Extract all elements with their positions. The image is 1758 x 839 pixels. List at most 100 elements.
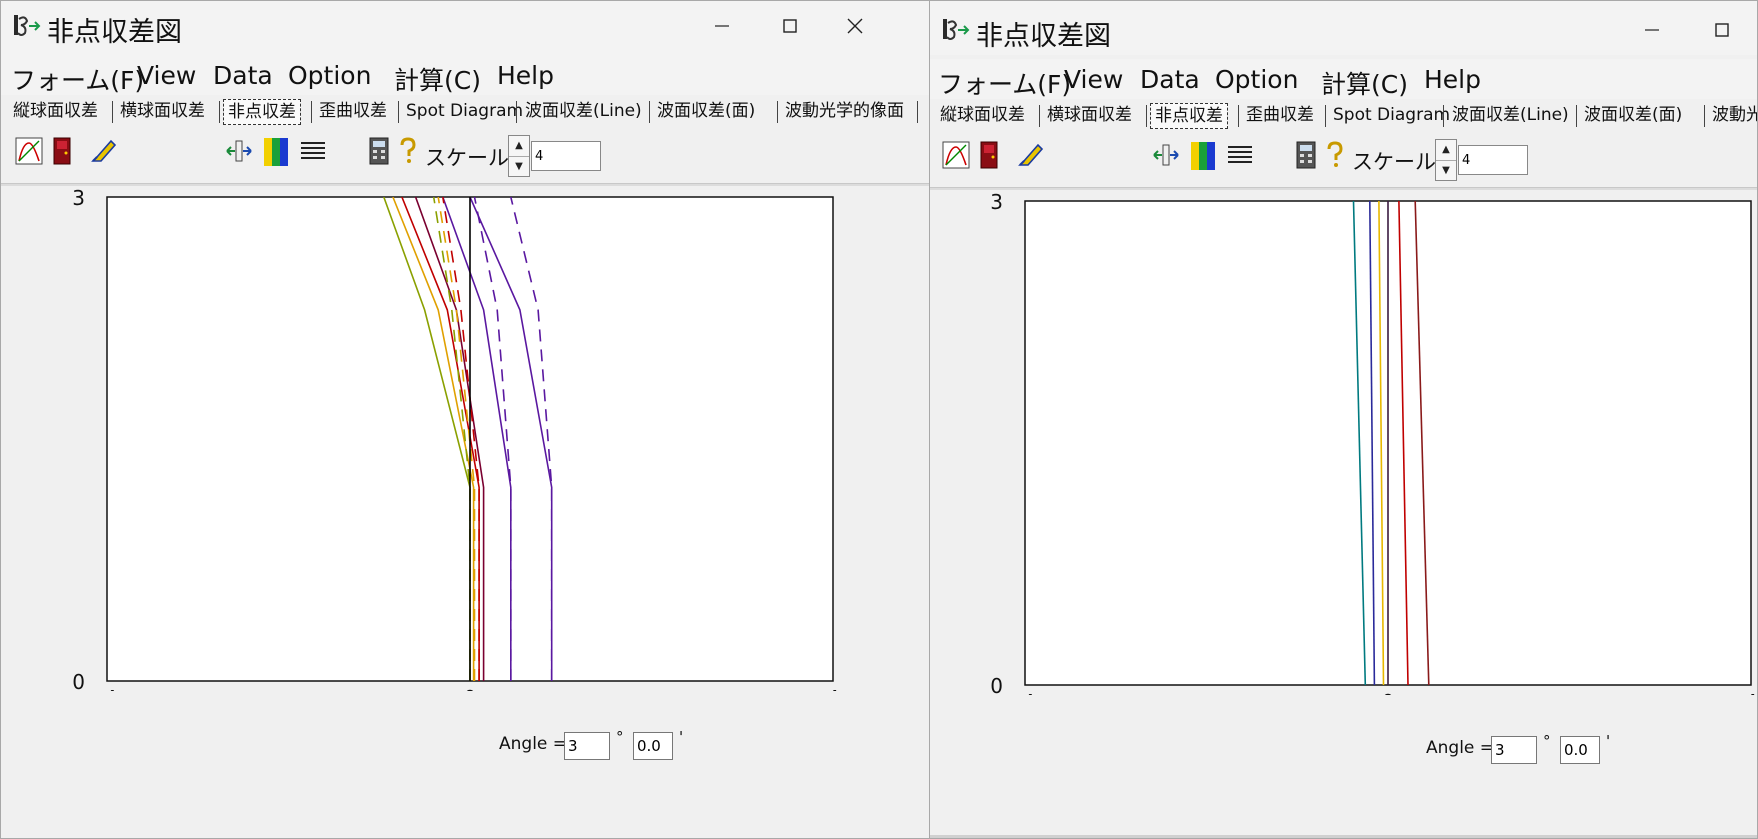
tab-longitudinal-spherical[interactable]: 縦球面収差 <box>936 103 1029 127</box>
menu-bar: フォーム(F) View Data Option 計算(C) Help <box>1 55 929 95</box>
menu-calc[interactable]: 計算(C) <box>1321 65 1408 101</box>
menu-help[interactable]: Help <box>497 61 554 90</box>
degree-symbol: ° <box>1543 732 1551 750</box>
tab-spot-diagram[interactable]: Spot Diagram <box>1329 103 1454 127</box>
tab-distortion[interactable]: 歪曲収差 <box>1242 103 1318 127</box>
title-bar[interactable]: 非点収差図 <box>1 1 929 55</box>
x-tick-label: 0 <box>464 686 477 691</box>
window-title: 非点収差図 <box>976 21 1111 52</box>
tab-transverse-spherical[interactable]: 横球面収差 <box>1043 103 1136 127</box>
maximize-icon <box>1715 23 1729 37</box>
graph-icon[interactable] <box>15 137 43 165</box>
angle-label: Angle = <box>1426 738 1495 758</box>
y-tick-label: 0 <box>72 670 85 691</box>
scale-label: スケール <box>1352 150 1436 174</box>
x-tick-label: -4 <box>1015 690 1035 695</box>
close-icon <box>847 18 863 34</box>
app-icon <box>943 19 970 40</box>
tab-transverse-spherical[interactable]: 横球面収差 <box>116 99 209 123</box>
minute-symbol: ' <box>1606 732 1611 750</box>
y-tick-label: 3 <box>990 191 1003 214</box>
pencil-edit-icon[interactable] <box>1016 141 1044 169</box>
tab-astigmatism[interactable]: 非点収差 <box>223 99 301 125</box>
toolbar: スケール ▲ ▼ <box>1 127 929 183</box>
maximize-icon <box>783 19 797 33</box>
scale-spinner[interactable]: ▲ ▼ <box>508 135 530 177</box>
tab-wavefront-line[interactable]: 波面収差(Line) <box>521 99 646 123</box>
toolbar: スケール ▲ ▼ <box>930 131 1757 187</box>
close-button[interactable] <box>826 1 884 51</box>
astigmatism-plot-right: -4 0 4 0 3 <box>990 191 1758 695</box>
angle-minutes-input[interactable] <box>633 732 673 760</box>
maximize-button[interactable] <box>1693 5 1751 55</box>
menu-form[interactable]: フォーム(F) <box>11 61 144 97</box>
expand-horizontal-icon[interactable] <box>1152 141 1180 169</box>
minimize-icon <box>715 25 729 27</box>
degree-symbol: ° <box>616 728 624 746</box>
tab-spot-diagram[interactable]: Spot Diagram <box>402 99 527 123</box>
menu-view[interactable]: View <box>137 61 196 90</box>
chevron-down-icon[interactable]: ▼ <box>1436 161 1456 181</box>
color-bars-icon[interactable] <box>1190 141 1216 171</box>
astigmatism-plot-left: -4 0 4 0 3 <box>72 187 840 691</box>
minimize-button[interactable] <box>693 1 751 51</box>
minimize-icon <box>1645 29 1659 31</box>
tab-longitudinal-spherical[interactable]: 縦球面収差 <box>9 99 102 123</box>
astigmatism-window-right: 非点収差図 フォーム(F) View Data Option 計算(C) Hel… <box>929 0 1758 839</box>
calculator-icon[interactable] <box>1296 141 1316 169</box>
menu-option[interactable]: Option <box>288 61 371 90</box>
menu-calc[interactable]: 計算(C) <box>394 61 481 97</box>
color-bars-icon[interactable] <box>263 137 289 167</box>
y-tick-label: 0 <box>990 674 1003 695</box>
x-tick-label: -4 <box>97 686 117 691</box>
angle-minutes-input[interactable] <box>1560 736 1600 764</box>
minute-symbol: ' <box>679 728 684 746</box>
tab-astigmatism[interactable]: 非点収差 <box>1150 103 1228 129</box>
angle-label: Angle = <box>499 734 568 754</box>
menu-bar: フォーム(F) View Data Option 計算(C) Help <box>930 59 1757 99</box>
door-exit-icon[interactable] <box>980 141 998 169</box>
x-tick-label: 0 <box>1382 690 1395 695</box>
chevron-down-icon[interactable]: ▼ <box>509 157 529 177</box>
x-tick-label: 4 <box>827 686 840 691</box>
line-style-icon[interactable] <box>299 137 327 165</box>
astigmatism-window-left: 非点収差図 フォーム(F) View Data Option 計算(C) Hel… <box>0 0 930 839</box>
tab-distortion[interactable]: 歪曲収差 <box>315 99 391 123</box>
pencil-edit-icon[interactable] <box>89 137 117 165</box>
window-title: 非点収差図 <box>47 17 182 48</box>
minimize-button[interactable] <box>1623 5 1681 55</box>
toolbar-divider <box>930 187 1757 190</box>
scale-label: スケール <box>425 146 509 170</box>
menu-data[interactable]: Data <box>1140 65 1200 94</box>
tab-wavefront-surface[interactable]: 波面収差(面) <box>1580 103 1686 127</box>
chevron-up-icon[interactable]: ▲ <box>1436 140 1456 161</box>
tab-wavefront-surface[interactable]: 波面収差(面) <box>653 99 759 123</box>
calculator-icon[interactable] <box>369 137 389 165</box>
y-tick-label: 3 <box>72 187 85 210</box>
menu-help[interactable]: Help <box>1424 65 1481 94</box>
chevron-up-icon[interactable]: ▲ <box>509 136 529 157</box>
help-question-icon[interactable] <box>1326 141 1344 169</box>
app-icon <box>14 15 41 36</box>
menu-option[interactable]: Option <box>1215 65 1298 94</box>
menu-view[interactable]: View <box>1064 65 1123 94</box>
door-exit-icon[interactable] <box>53 137 71 165</box>
scale-input[interactable] <box>531 141 601 171</box>
angle-degrees-input[interactable] <box>564 732 610 760</box>
expand-horizontal-icon[interactable] <box>225 137 253 165</box>
scale-input[interactable] <box>1458 145 1528 175</box>
tab-wavefront-line[interactable]: 波面収差(Line) <box>1448 103 1573 127</box>
menu-data[interactable]: Data <box>213 61 273 90</box>
angle-degrees-input[interactable] <box>1491 736 1537 764</box>
maximize-button[interactable] <box>761 1 819 51</box>
toolbar-divider <box>1 183 929 186</box>
line-style-icon[interactable] <box>1226 141 1254 169</box>
menu-form[interactable]: フォーム(F) <box>938 65 1071 101</box>
x-tick-label: 4 <box>1745 690 1758 695</box>
help-question-icon[interactable] <box>399 137 417 165</box>
tab-wave-optics-image[interactable]: 波動光 <box>1708 103 1757 127</box>
title-bar[interactable]: 非点収差図 <box>930 1 1757 55</box>
tab-wave-optics-image[interactable]: 波動光学的像面 <box>781 99 908 123</box>
graph-icon[interactable] <box>942 141 970 169</box>
scale-spinner[interactable]: ▲ ▼ <box>1435 139 1457 181</box>
